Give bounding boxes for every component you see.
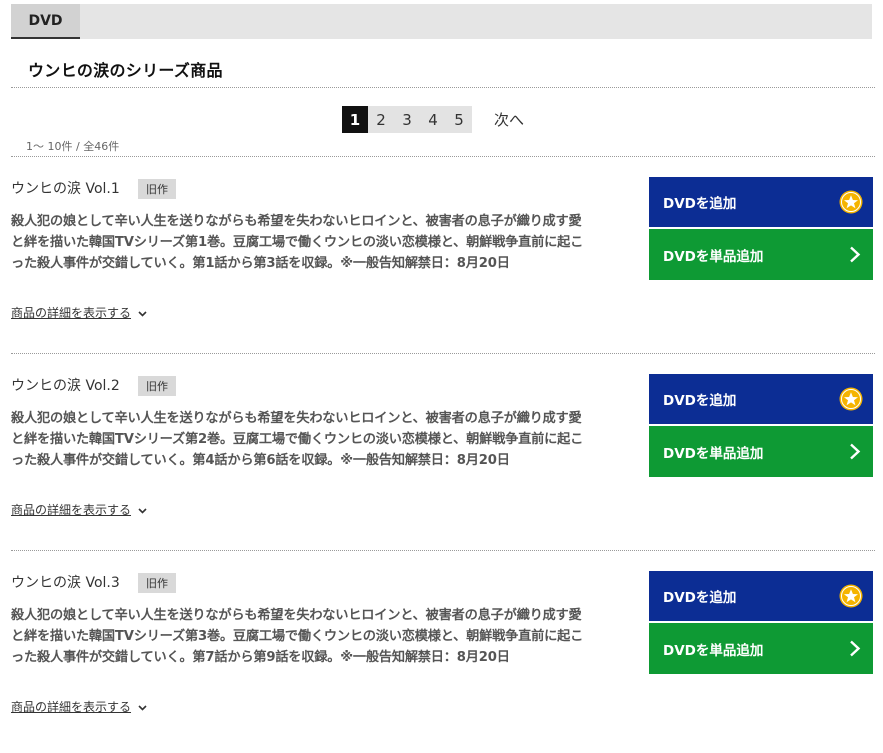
divider (11, 550, 875, 551)
tab-dvd[interactable]: DVD (11, 4, 80, 39)
page-4[interactable]: 4 (420, 106, 446, 133)
old-release-badge: 旧作 (138, 573, 176, 593)
divider (11, 156, 875, 157)
show-details-link[interactable]: 商品の詳細を表示する (11, 304, 147, 321)
add-single-dvd-label: DVDを単品追加 (663, 248, 764, 265)
chevron-down-icon (138, 700, 147, 714)
old-release-badge: 旧作 (138, 179, 176, 199)
description-line: と絆を描いた韓国TVシリーズ第1巻。豆腐工場で働くウンヒの淡い恋模様と、朝鮮戦争… (11, 235, 584, 250)
star-icon (839, 387, 863, 411)
description-line: った殺人事件が交錯していく。第7話から第9話を収録。※一般告知解禁日：8月20日 (11, 650, 510, 665)
show-details-label: 商品の詳細を表示する (11, 306, 132, 320)
tab-dvd-label: DVD (28, 12, 63, 29)
page-2[interactable]: 2 (368, 106, 394, 133)
chevron-right-icon (849, 640, 861, 657)
chevron-down-icon (138, 306, 147, 320)
show-details-link[interactable]: 商品の詳細を表示する (11, 698, 147, 715)
description-line: 殺人犯の娘として辛い人生を送りながらも希望を失わないヒロインと、被害者の息子が織… (11, 214, 582, 229)
product-title[interactable]: ウンヒの涙 Vol.1 (11, 179, 120, 199)
divider (11, 87, 875, 88)
tab-bar: DVD (11, 4, 872, 39)
series-title: ウンヒの涙のシリーズ商品 (28, 61, 223, 80)
product-item: ウンヒの涙 Vol.3 旧作 殺人犯の娘として辛い人生を送りながらも希望を失わな… (0, 571, 883, 753)
add-dvd-label: DVDを追加 (663, 393, 737, 409)
add-single-dvd-label: DVDを単品追加 (663, 642, 764, 659)
product-item: ウンヒの涙 Vol.2 旧作 殺人犯の娘として辛い人生を送りながらも希望を失わな… (0, 374, 883, 556)
add-single-dvd-button[interactable]: DVDを単品追加 (649, 426, 873, 477)
add-single-dvd-label: DVDを単品追加 (663, 445, 764, 462)
add-dvd-button[interactable]: DVDを追加 (649, 571, 873, 621)
show-details-label: 商品の詳細を表示する (11, 503, 132, 517)
product-title[interactable]: ウンヒの涙 Vol.2 (11, 376, 120, 396)
description-line: と絆を描いた韓国TVシリーズ第2巻。豆腐工場で働くウンヒの淡い恋模様と、朝鮮戦争… (11, 432, 584, 447)
description-line: と絆を描いた韓国TVシリーズ第3巻。豆腐工場で働くウンヒの淡い恋模様と、朝鮮戦争… (11, 629, 584, 644)
page-3[interactable]: 3 (394, 106, 420, 133)
star-icon (839, 190, 863, 214)
description-line: 殺人犯の娘として辛い人生を送りながらも希望を失わないヒロインと、被害者の息子が織… (11, 411, 582, 426)
product-title[interactable]: ウンヒの涙 Vol.3 (11, 573, 120, 593)
divider (11, 353, 875, 354)
add-dvd-button[interactable]: DVDを追加 (649, 374, 873, 424)
add-dvd-label: DVDを追加 (663, 196, 737, 212)
result-count: 1～ 10件 / 全46件 (26, 140, 120, 153)
star-icon (839, 584, 863, 608)
add-dvd-label: DVDを追加 (663, 590, 737, 606)
description-line: 殺人犯の娘として辛い人生を送りながらも希望を失わないヒロインと、被害者の息子が織… (11, 608, 582, 623)
product-description: 殺人犯の娘として辛い人生を送りながらも希望を失わないヒロインと、被害者の息子が織… (11, 408, 633, 471)
add-dvd-button[interactable]: DVDを追加 (649, 177, 873, 227)
pagination: 1 2 3 4 5 次へ (342, 106, 524, 133)
show-details-link[interactable]: 商品の詳細を表示する (11, 501, 147, 518)
next-page-link[interactable]: 次へ (494, 106, 524, 133)
product-item: ウンヒの涙 Vol.1 旧作 殺人犯の娘として辛い人生を送りながらも希望を失わな… (0, 177, 883, 359)
page-1[interactable]: 1 (342, 106, 368, 133)
product-description: 殺人犯の娘として辛い人生を送りながらも希望を失わないヒロインと、被害者の息子が織… (11, 605, 633, 668)
old-release-badge: 旧作 (138, 376, 176, 396)
chevron-down-icon (138, 503, 147, 517)
description-line: った殺人事件が交錯していく。第1話から第3話を収録。※一般告知解禁日：8月20日 (11, 256, 510, 271)
description-line: った殺人事件が交錯していく。第4話から第6話を収録。※一般告知解禁日：8月20日 (11, 453, 510, 468)
show-details-label: 商品の詳細を表示する (11, 700, 132, 714)
page-5[interactable]: 5 (446, 106, 472, 133)
chevron-right-icon (849, 443, 861, 460)
product-description: 殺人犯の娘として辛い人生を送りながらも希望を失わないヒロインと、被害者の息子が織… (11, 211, 633, 274)
add-single-dvd-button[interactable]: DVDを単品追加 (649, 229, 873, 280)
chevron-right-icon (849, 246, 861, 263)
add-single-dvd-button[interactable]: DVDを単品追加 (649, 623, 873, 674)
